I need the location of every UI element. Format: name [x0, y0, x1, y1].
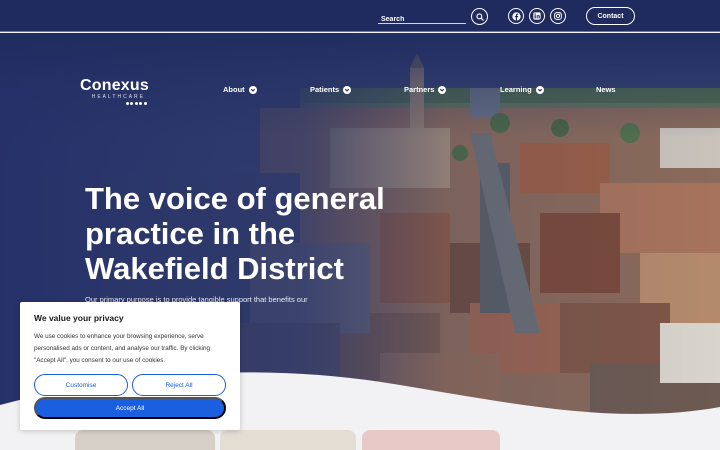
- cookie-description: We use cookies to enhance your browsing …: [34, 333, 210, 364]
- nav-label: Patients: [310, 85, 340, 94]
- search-icon: [475, 12, 484, 21]
- reject-all-button[interactable]: Reject All: [132, 374, 226, 396]
- search-field[interactable]: [378, 8, 466, 27]
- nav-label: News: [596, 85, 616, 94]
- feature-card-image[interactable]: [75, 430, 215, 450]
- linkedin-link[interactable]: [529, 8, 545, 24]
- linkedin-icon: [533, 12, 541, 20]
- facebook-icon: [511, 11, 521, 21]
- contact-button[interactable]: Contact: [586, 7, 635, 25]
- nav-item-about[interactable]: About: [223, 85, 257, 94]
- nav-item-partners[interactable]: Partners: [404, 85, 447, 94]
- instagram-link[interactable]: [550, 8, 566, 24]
- chevron-down-icon: [248, 85, 257, 94]
- nav-label: Learning: [500, 85, 532, 94]
- nav-label: About: [223, 85, 245, 94]
- conexus-logo[interactable]: Conexus HEALTHCARE: [80, 77, 149, 105]
- hero-title: The voice of general practice in the Wak…: [85, 181, 385, 286]
- logo-name: Conexus: [80, 77, 149, 94]
- cookie-consent-banner: We value your privacy We use cookies to …: [20, 302, 240, 430]
- top-bar: Contact: [0, 0, 720, 32]
- nav-item-news[interactable]: News: [596, 85, 616, 94]
- accept-all-button[interactable]: Accept All: [34, 397, 226, 419]
- facebook-link[interactable]: [508, 8, 524, 24]
- customise-button[interactable]: Customise: [34, 374, 128, 396]
- nav-item-learning[interactable]: Learning: [500, 85, 544, 94]
- search-input[interactable]: [378, 12, 466, 27]
- nav-label: Partners: [404, 85, 435, 94]
- logo-dots: [80, 102, 149, 105]
- cookie-title: We value your privacy: [34, 313, 124, 323]
- instagram-icon: [554, 12, 562, 20]
- feature-card-image[interactable]: [220, 430, 356, 450]
- feature-card-image[interactable]: [362, 430, 500, 450]
- chevron-down-icon: [343, 85, 352, 94]
- search-button[interactable]: [471, 8, 488, 25]
- nav-item-patients[interactable]: Patients: [310, 85, 352, 94]
- chevron-down-icon: [438, 85, 447, 94]
- chevron-down-icon: [535, 85, 544, 94]
